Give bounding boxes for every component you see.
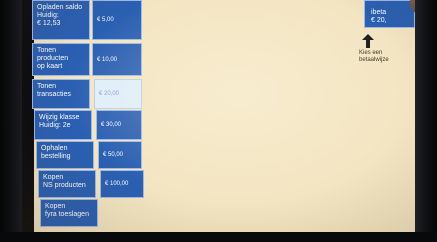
arrow-up-icon <box>362 34 374 48</box>
amount-50-label: € 50,00 <box>103 152 124 158</box>
betalen-label: ibeta € 20, <box>371 9 387 24</box>
menu-kopen-fyra-toeslagen-button[interactable]: Kopen fyra toeslagen <box>40 199 98 227</box>
menu-opladen-saldo-button[interactable]: Opladen saldo Huidig: € 12,53 <box>32 0 90 40</box>
menu-opladen-saldo-label: Opladen saldo Huidig: € 12,53 <box>37 4 83 27</box>
menu-tonen-producten-button[interactable]: Tonen producten op kaart <box>32 43 90 76</box>
amount-100-label: € 100,00 <box>105 181 129 187</box>
menu-kopen-fyra-toeslagen-label: Kopen fyra toeslagen <box>45 203 89 218</box>
menu-ophalen-bestelling-label: Ophalen bestelling <box>41 145 71 160</box>
kiosk-screen: Opladen saldo Huidig: € 12,53 Tonen prod… <box>22 0 415 234</box>
amount-30-label: € 30,00 <box>101 122 122 128</box>
kies-betaalwijze-hint: Kies een betaalwijze <box>359 50 389 63</box>
menu-kopen-ns-producten-button[interactable]: Kopen NS producten <box>38 170 96 198</box>
menu-tonen-transacties-label: Tonen transacties <box>37 83 71 98</box>
menu-ophalen-bestelling-button[interactable]: Ophalen bestelling <box>36 141 94 169</box>
menu-tonen-producten-label: Tonen producten op kaart <box>37 47 69 70</box>
menu-kopen-ns-producten-label: Kopen NS producten <box>43 174 86 189</box>
menu-tonen-transacties-button[interactable]: Tonen transacties <box>32 79 90 109</box>
betalen-button[interactable]: ibeta € 20, <box>364 0 415 28</box>
amount-5-button[interactable]: € 5,00 <box>92 0 142 40</box>
amount-5-label: € 5,00 <box>97 17 114 23</box>
amount-20-button[interactable]: € 20,00 <box>94 79 142 109</box>
amount-30-button[interactable]: € 30,00 <box>96 110 142 140</box>
amount-100-button[interactable]: € 100,00 <box>100 170 144 198</box>
screen-bezel-right <box>413 0 437 242</box>
amount-10-button[interactable]: € 10,00 <box>92 43 142 76</box>
screen-bezel-bottom <box>0 232 437 242</box>
amount-50-button[interactable]: € 50,00 <box>98 141 142 169</box>
amount-20-label: € 20,00 <box>99 91 120 97</box>
screen-bezel-left <box>0 0 24 242</box>
menu-wijzig-klasse-label: Wijzig klasse Huidig: 2e <box>39 114 80 129</box>
amount-10-label: € 10,00 <box>97 56 118 63</box>
menu-wijzig-klasse-button[interactable]: Wijzig klasse Huidig: 2e <box>34 110 92 140</box>
